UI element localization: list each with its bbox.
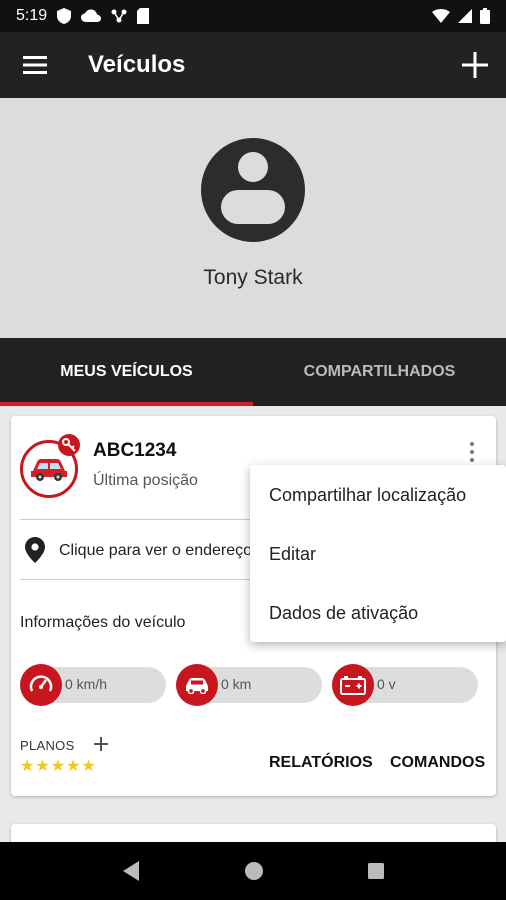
battery-icon — [340, 676, 366, 695]
home-icon[interactable] — [244, 861, 264, 881]
car-icon — [31, 459, 67, 481]
battery-status-icon — [480, 8, 490, 24]
tab-my-vehicles[interactable]: MEUS VEÍCULOS — [0, 338, 253, 406]
last-position-label: Última posição — [93, 472, 198, 489]
voltage-metric: 0 v — [332, 664, 478, 706]
avatar[interactable] — [201, 138, 305, 242]
tab-bar: MEUS VEÍCULOS COMPARTILHADOS — [0, 338, 506, 406]
status-bar: 5:19 — [0, 0, 506, 32]
cloud-icon — [81, 9, 102, 22]
add-vehicle-button[interactable] — [444, 32, 506, 98]
vehicle-plate: ABC1234 — [93, 440, 177, 461]
address-link[interactable]: Clique para ver o endereço — [59, 542, 259, 560]
system-nav-bar — [0, 842, 506, 900]
tab-shared[interactable]: COMPARTILHADOS — [253, 338, 506, 406]
odometer-metric: 0 km — [176, 664, 322, 706]
page-title: Veículos — [88, 51, 186, 78]
shield-icon — [57, 8, 72, 24]
menu-item-edit[interactable]: Editar — [269, 544, 316, 565]
key-badge — [58, 434, 80, 456]
network-icon — [111, 9, 127, 23]
app-bar: Veículos — [0, 32, 506, 98]
speedometer-icon — [29, 675, 53, 692]
key-icon — [62, 438, 76, 452]
sd-card-icon — [137, 8, 150, 24]
menu-button[interactable] — [0, 32, 70, 98]
speed-metric: 0 km/h — [20, 664, 166, 706]
location-pin-icon — [25, 537, 45, 563]
more-options-button[interactable] — [461, 440, 483, 464]
wifi-icon — [432, 9, 450, 23]
speed-value: 0 km/h — [65, 676, 108, 692]
vehicle-info-title: Informações do veículo — [20, 614, 186, 631]
plus-icon — [462, 52, 488, 78]
plans-label: PLANOS — [20, 738, 75, 753]
commands-button[interactable]: COMANDOS — [390, 754, 485, 772]
menu-item-activation-data[interactable]: Dados de ativação — [269, 603, 418, 624]
rating-stars: ★★★★★ — [20, 758, 97, 775]
options-menu: Compartilhar localização Editar Dados de… — [250, 465, 506, 642]
cell-signal-icon — [458, 9, 472, 23]
car-icon — [186, 678, 208, 694]
recents-icon[interactable] — [367, 862, 385, 880]
user-name: Tony Stark — [203, 266, 303, 289]
back-icon[interactable] — [121, 860, 141, 882]
hamburger-icon — [23, 56, 47, 74]
profile-header: Tony Stark — [0, 98, 506, 338]
reports-button[interactable]: RELATÓRIOS — [269, 754, 373, 772]
voltage-value: 0 v — [377, 676, 396, 692]
clock: 5:19 — [16, 7, 48, 24]
add-plan-icon[interactable] — [93, 736, 109, 752]
odometer-value: 0 km — [221, 676, 252, 692]
menu-item-share-location[interactable]: Compartilhar localização — [269, 485, 466, 506]
